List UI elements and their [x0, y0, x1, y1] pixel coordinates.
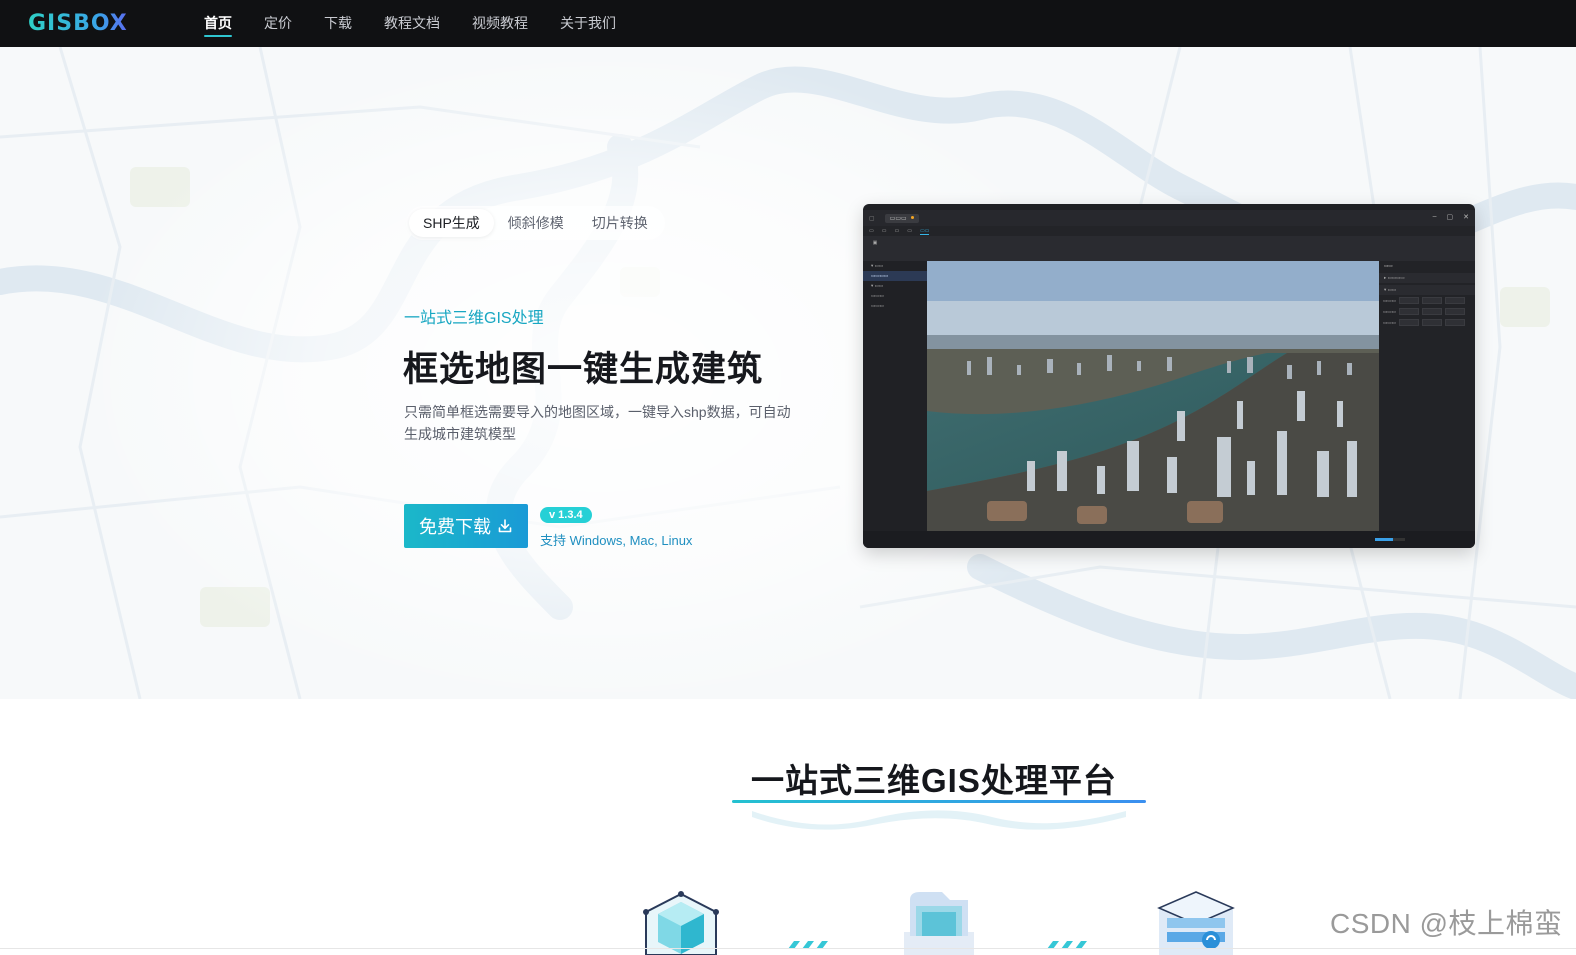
- product-tabs: SHP生成 倾斜修模 切片转换: [406, 206, 665, 240]
- hero-description: 只需简单框选需要导入的地图区域，一键导入shp数据，可自动生成城市建筑模型: [404, 404, 791, 442]
- page-bottom-divider: [0, 948, 1576, 949]
- main-nav: 首页 定价 下载 教程文档 视频教程 关于我们: [204, 0, 648, 47]
- gisbox-logo[interactable]: GISBOX: [28, 10, 128, 36]
- hero-section: SHP生成 倾斜修模 切片转换 一站式三维GIS处理 框选地图一键生成建筑 只需…: [0, 47, 1576, 699]
- top-navbar: GISBOX 首页 定价 下载 教程文档 视频教程 关于我们: [0, 0, 1576, 47]
- app-preview-properties-panel: ▭▭ ▸ ▭▭▭▭ ▾ ▭▭ ▭▭▭ ▭▭▭ ▭▭▭: [1379, 261, 1475, 531]
- app-preview-toolbar: ▣: [863, 236, 1475, 261]
- hero-kicker: 一站式三维GIS处理: [404, 310, 544, 327]
- app-preview-doc-tab: ▭▭▭: [884, 213, 920, 223]
- supported-platforms[interactable]: 支持 Windows, Mac, Linux: [540, 530, 692, 549]
- app-preview-tool-icon: ▣: [872, 240, 878, 246]
- app-preview-window-controls: – ▢ ✕: [1432, 213, 1469, 221]
- server-database-icon: [1157, 891, 1235, 955]
- tab-tile-convert[interactable]: 切片转换: [578, 209, 662, 237]
- app-preview-brand: ▢: [869, 215, 875, 222]
- document-folder-icon: [904, 892, 974, 955]
- app-preview-titlebar: ▢ ▭▭▭ – ▢ ✕: [863, 210, 1475, 226]
- city-3d-scene: [927, 261, 1379, 531]
- free-download-label: 免费下载: [419, 517, 491, 537]
- nav-item-docs[interactable]: 教程文档: [384, 0, 440, 47]
- app-preview-layer-tree: ▾ ▭▭ ▭▭▭▭ ▾ ▭▭ ▭▭▭ ▭▭▭: [863, 261, 927, 531]
- app-preview-statusbar: [863, 531, 1475, 548]
- nav-item-home[interactable]: 首页: [204, 0, 232, 47]
- nav-item-pricing[interactable]: 定价: [264, 0, 292, 47]
- version-badge: v 1.3.4: [540, 507, 592, 523]
- section-title-wave-decoration: [752, 810, 1126, 830]
- download-icon: [498, 519, 512, 533]
- app-preview-menubar: ▭ ▭ ▭ ▭ ▭▭: [863, 226, 1475, 236]
- app-preview-progress-bar: [1375, 538, 1405, 541]
- app-preview-3d-viewport: [927, 261, 1379, 531]
- tab-shp-generate[interactable]: SHP生成: [409, 209, 494, 237]
- tab-oblique-repair[interactable]: 倾斜修模: [494, 209, 578, 237]
- platform-section-title: 一站式三维GIS处理平台: [751, 762, 1117, 799]
- nav-item-download[interactable]: 下载: [324, 0, 352, 47]
- nav-item-about[interactable]: 关于我们: [560, 0, 616, 47]
- nav-item-video-tutorials[interactable]: 视频教程: [472, 0, 528, 47]
- cube-processing-icon: [643, 891, 719, 955]
- logo-text: GISBOX: [28, 10, 128, 36]
- hero-headline: 框选地图一键生成建筑: [403, 350, 764, 389]
- csdn-watermark: CSDN @枝上棉蛮: [1330, 908, 1563, 939]
- free-download-button[interactable]: 免费下载: [404, 504, 528, 548]
- app-screenshot-preview: ▢ ▭▭▭ – ▢ ✕ ▭ ▭ ▭ ▭ ▭▭ ▣ ▾ ▭▭ ▭▭▭▭ ▾ ▭▭ ▭▭▭ ▭▭…: [863, 204, 1475, 548]
